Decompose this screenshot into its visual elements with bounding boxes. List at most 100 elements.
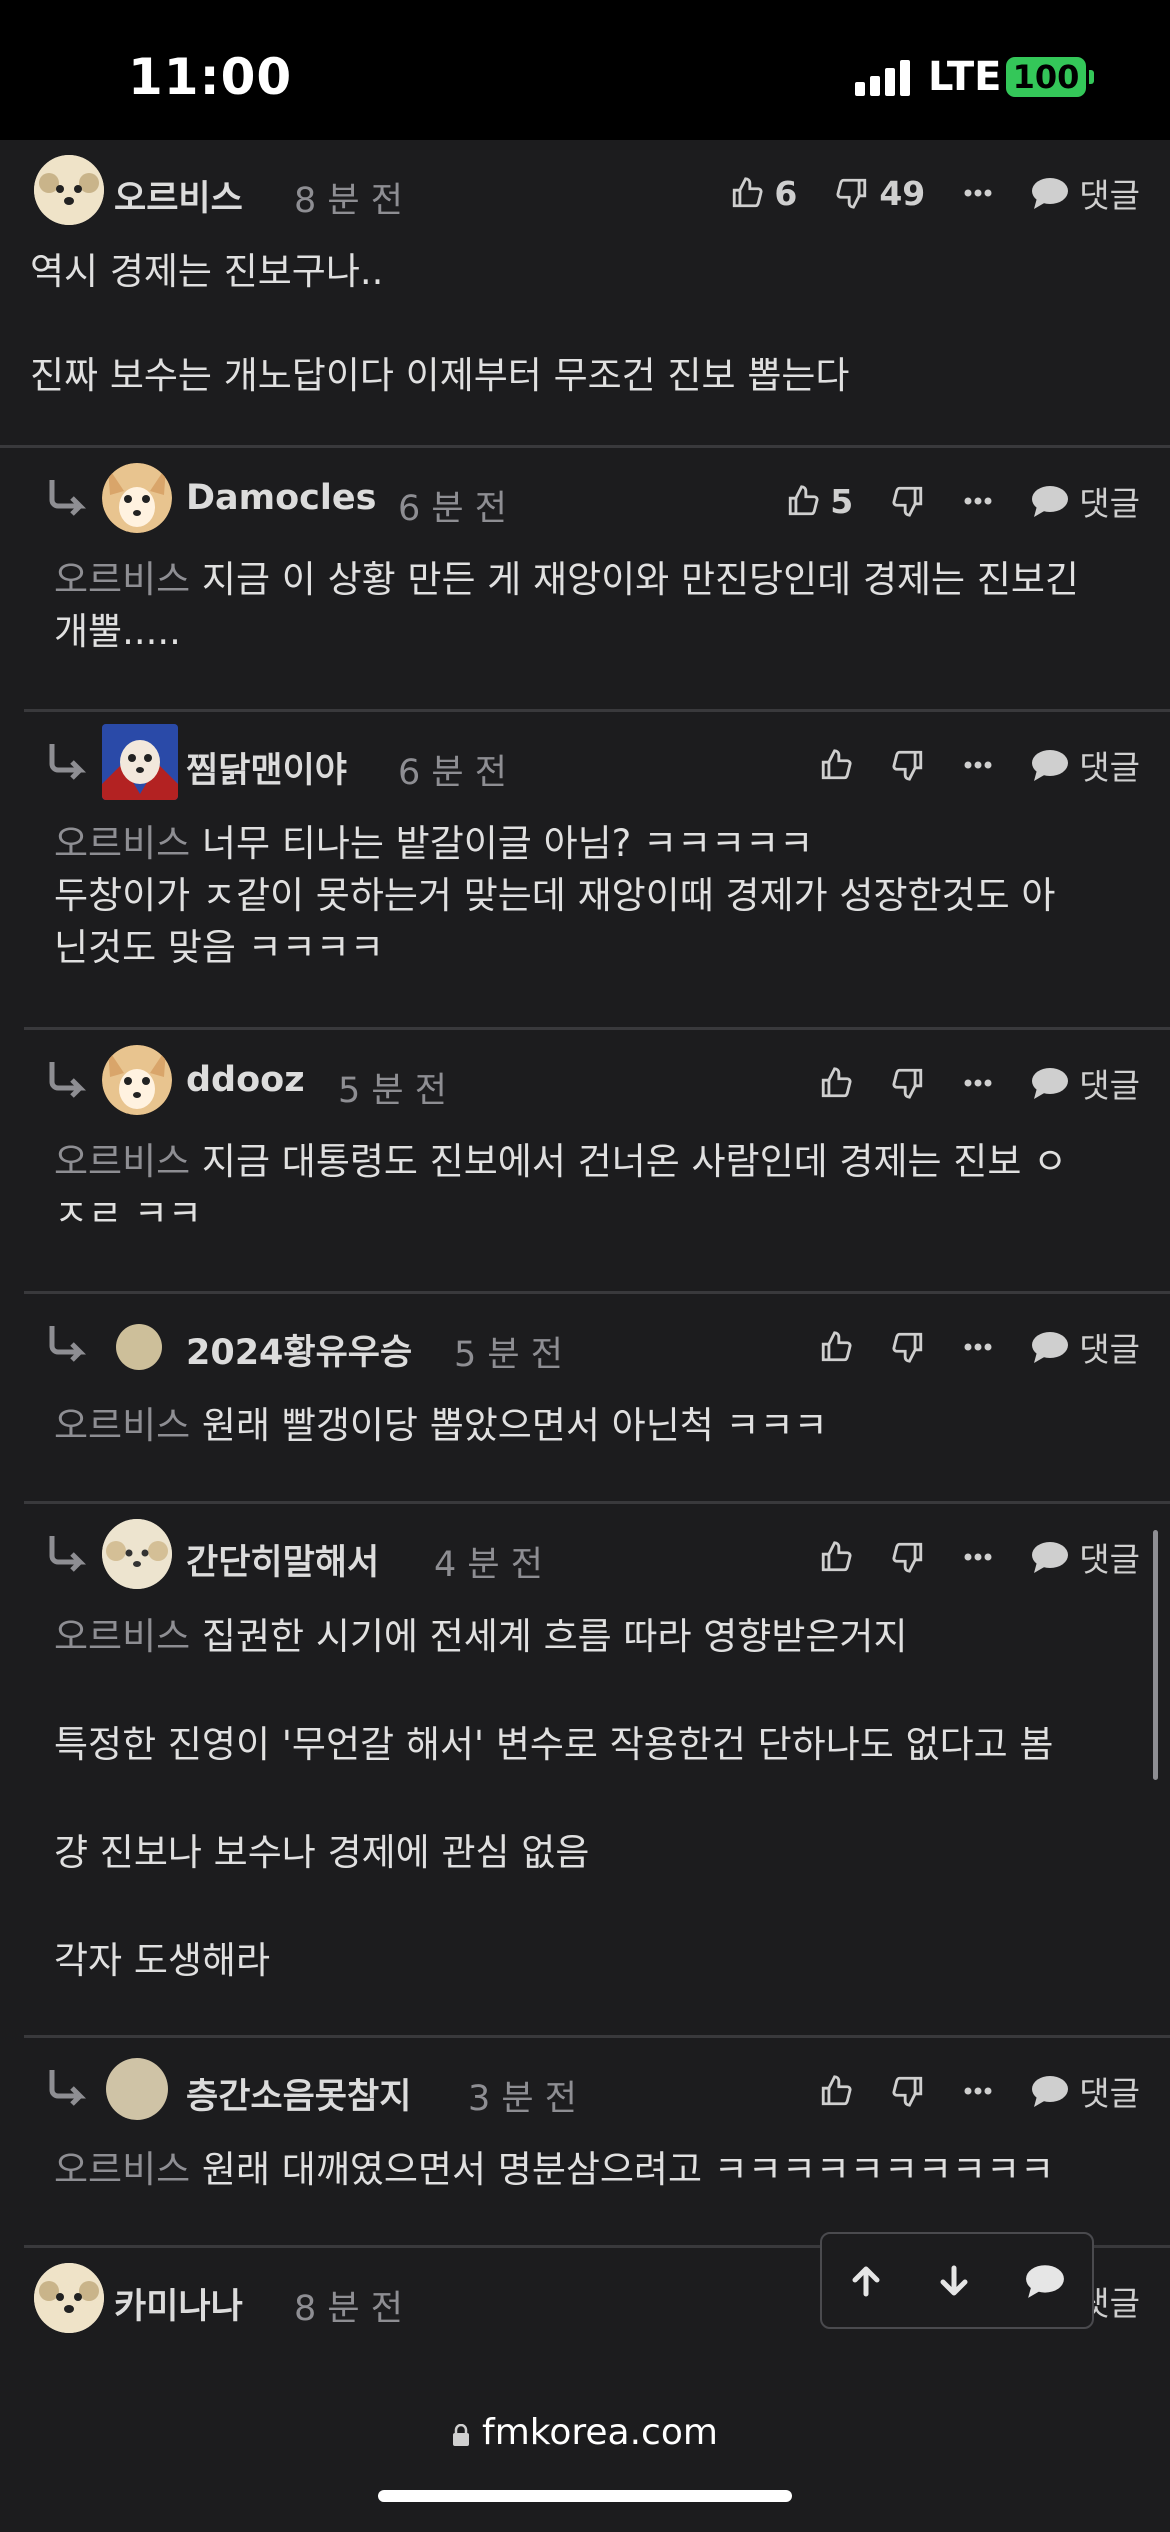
dislike-button[interactable] (891, 484, 925, 518)
like-count: 6 (774, 173, 798, 213)
comment-text: 원래 빨갱이당 뽑았으면서 아닌척 ㅋㅋㅋ (190, 1404, 828, 1447)
thumbs-up-icon (822, 1331, 852, 1362)
dislike-button[interactable] (891, 748, 925, 782)
reply-label: 댓글 (1079, 484, 1140, 523)
comment-body: 오르비스 집권한 시기에 전세계 흐름 따라 영향받은거지 특정한 진영이 '무… (54, 1610, 1144, 1988)
comment-text: 지금 대통령도 진보에서 건너온 사람인데 경제는 진보 ㅇ ㅈㄹ ㅋㅋ (54, 1140, 1068, 1235)
status-bar: 11:00 LTE 100 (0, 0, 1170, 140)
thumbs-down-icon (892, 2076, 923, 2107)
dislike-button[interactable] (891, 1066, 925, 1100)
comment-time: 8 분 전 (294, 181, 403, 221)
like-button[interactable] (819, 1330, 853, 1364)
scrollbar[interactable] (1153, 1530, 1158, 1780)
speech-bubble-icon[interactable] (1025, 2263, 1065, 2299)
more-button[interactable] (963, 1078, 993, 1088)
url-display[interactable]: fmkorea.com (0, 2412, 1170, 2453)
like-button[interactable] (819, 748, 853, 782)
mention-author[interactable]: 오르비스 (54, 1140, 190, 1183)
comment-time: 6 분 전 (398, 489, 507, 529)
thumbs-up-icon (822, 1541, 852, 1572)
avatar[interactable] (116, 1324, 162, 1370)
comment-author[interactable]: 2024황유우승 (186, 1324, 412, 1375)
thumbs-up-icon (822, 2075, 852, 2106)
like-button[interactable]: 6 (730, 174, 797, 213)
thumbs-up-icon (822, 1067, 852, 1098)
dislike-button[interactable] (891, 1540, 925, 1574)
browser-url-bar[interactable]: fmkorea.com (0, 2376, 1170, 2532)
comment-author[interactable]: 카미나나 (114, 2278, 243, 2329)
more-icon (964, 1553, 992, 1561)
reply-label: 댓글 (1079, 748, 1140, 787)
comment-body: 오르비스 너무 티나는 밭갈이글 아님? ㅋㅋㅋㅋㅋ 두창이가 ㅈ같이 못하는거… (54, 818, 1144, 974)
mention-author[interactable]: 오르비스 (54, 1615, 190, 1658)
thumbs-down-icon (892, 1068, 923, 1099)
comment-time: 6 분 전 (398, 753, 507, 793)
avatar[interactable] (102, 724, 178, 800)
comment-list[interactable]: 오르비스 8 분 전 6 49 댓글 역시 경제는 진보구나.. 진짜 보수는 … (0, 140, 1170, 2376)
arrow-up-icon[interactable] (849, 2264, 883, 2298)
dislike-button[interactable] (891, 2074, 925, 2108)
more-button[interactable] (963, 188, 993, 198)
reply-button[interactable]: 댓글 (1031, 169, 1140, 217)
battery-icon: 100 (1006, 57, 1086, 97)
dislike-button[interactable]: 49 (835, 174, 925, 213)
reply-label: 댓글 (1079, 176, 1140, 215)
floating-nav (820, 2232, 1094, 2329)
like-count: 5 (830, 481, 854, 521)
more-icon (964, 761, 992, 769)
more-button[interactable] (963, 760, 993, 770)
avatar[interactable] (34, 155, 104, 225)
avatar[interactable] (102, 463, 172, 533)
reply-label: 댓글 (1079, 2074, 1140, 2113)
reply-button[interactable]: 댓글 (1031, 2067, 1140, 2115)
mention-author[interactable]: 오르비스 (54, 558, 190, 601)
lock-icon (453, 2424, 470, 2446)
speech-bubble-icon (1032, 178, 1069, 209)
battery-tip (1089, 70, 1094, 84)
reply-button[interactable]: 댓글 (1031, 1323, 1140, 1371)
dislike-button[interactable] (891, 1330, 925, 1364)
comment-author[interactable]: 오르비스 (114, 170, 243, 221)
comment-author[interactable]: 간단히말해서 (186, 1534, 379, 1585)
like-button[interactable] (819, 2074, 853, 2108)
more-button[interactable] (963, 2086, 993, 2096)
comment-author[interactable]: ddooz (186, 1060, 305, 1100)
status-time: 11:00 (128, 48, 293, 106)
more-icon (964, 2087, 992, 2095)
reply-button[interactable]: 댓글 (1031, 741, 1140, 789)
thumbs-down-icon (836, 178, 867, 209)
reply-button[interactable]: 댓글 (1031, 1533, 1140, 1581)
avatar[interactable] (34, 2263, 104, 2333)
mention-author[interactable]: 오르비스 (54, 1404, 190, 1447)
dislike-count: 49 (879, 173, 926, 213)
more-icon (964, 1079, 992, 1087)
thumbs-down-icon (892, 1332, 923, 1363)
speech-bubble-icon (1032, 486, 1069, 517)
reply-label: 댓글 (1079, 1066, 1140, 1105)
avatar[interactable] (102, 1045, 172, 1115)
mention-author[interactable]: 오르비스 (54, 2148, 190, 2191)
like-button[interactable] (819, 1066, 853, 1100)
mention-author[interactable]: 오르비스 (54, 822, 190, 865)
avatar[interactable] (102, 1519, 172, 1589)
comment-time: 4 분 전 (434, 1545, 543, 1585)
like-button[interactable] (819, 1540, 853, 1574)
more-button[interactable] (963, 1552, 993, 1562)
arrow-down-icon[interactable] (937, 2264, 971, 2298)
reply-button[interactable]: 댓글 (1031, 1059, 1140, 1107)
speech-bubble-icon (1032, 750, 1069, 781)
comment-author[interactable]: Damocles (186, 478, 377, 518)
home-indicator[interactable] (378, 2490, 792, 2502)
comment-author[interactable]: 층간소음못참지 (186, 2068, 411, 2119)
thumbs-down-icon (892, 750, 923, 781)
comment-time: 8 분 전 (294, 2289, 403, 2329)
more-icon (964, 497, 992, 505)
reply-button[interactable]: 댓글 (1031, 477, 1140, 525)
avatar[interactable] (106, 2058, 168, 2120)
more-button[interactable] (963, 496, 993, 506)
more-button[interactable] (963, 1342, 993, 1352)
speech-bubble-icon (1032, 1332, 1069, 1363)
like-button[interactable]: 5 (786, 482, 853, 521)
comment-body: 오르비스 지금 대통령도 진보에서 건너온 사람인데 경제는 진보 ㅇ ㅈㄹ ㅋ… (54, 1136, 1144, 1240)
comment-author[interactable]: 찜닭맨이야 (186, 742, 347, 793)
